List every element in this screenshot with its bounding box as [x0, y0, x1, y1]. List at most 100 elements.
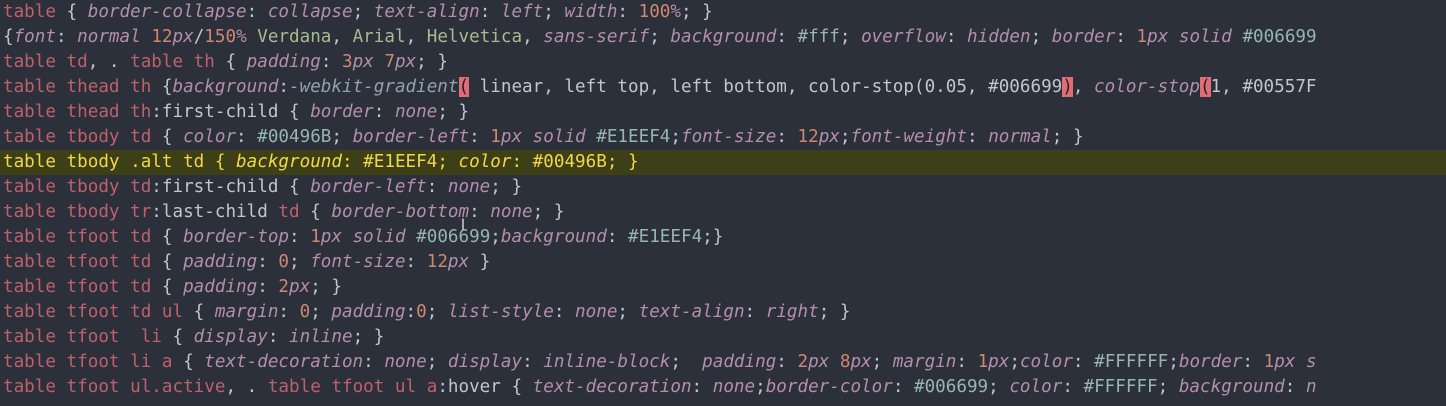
- code-token: :hover {: [437, 377, 533, 397]
- code-token: #006699: [416, 227, 491, 247]
- code-token: 1: [1263, 352, 1275, 372]
- code-token: inline-block: [543, 352, 671, 372]
- code-line[interactable]: table tfoot td { padding: 0; font-size: …: [0, 250, 1446, 275]
- code-token: :: [267, 327, 290, 347]
- code-token: color: [1009, 377, 1063, 397]
- code-token: 3: [342, 52, 353, 72]
- code-line[interactable]: table tbody td:first-child { border-left…: [0, 175, 1446, 200]
- code-token: Verdana: [257, 27, 332, 47]
- code-token: ;: [1009, 352, 1020, 372]
- code-line[interactable]: table tfoot td { border-top: 1px solid #…: [0, 225, 1446, 250]
- code-line[interactable]: table tbody td { color: #00496B; border-…: [0, 125, 1446, 150]
- code-token: %: [670, 2, 681, 22]
- code-token: solid: [1178, 27, 1232, 47]
- code-token: px: [1147, 27, 1169, 47]
- code-token: Arial: [352, 27, 406, 47]
- code-line[interactable]: table tbody tr:last-child td { border-bo…: [0, 200, 1446, 225]
- code-token: #FFFFFF: [1094, 352, 1169, 372]
- code-token: :: [967, 127, 989, 147]
- code-token: table tbody tr: [3, 202, 152, 222]
- code-token: none: [384, 352, 427, 372]
- code-token: margin: [214, 302, 279, 322]
- code-token: background: [172, 77, 279, 97]
- code-token: list-style: [447, 302, 554, 322]
- code-token: n: [1305, 377, 1317, 397]
- highlighted-code-line[interactable]: table tbody .alt td { background: #E1EEF…: [0, 150, 1446, 175]
- code-line[interactable]: table tfoot li { display: inline; }: [0, 325, 1446, 350]
- code-token: 100: [638, 2, 671, 22]
- code-token: , .: [87, 52, 131, 72]
- code-lines: table { border-collapse: collapse; text-…: [0, 0, 1446, 400]
- code-token: ;: [988, 377, 1010, 397]
- code-token: #E1EEF4: [628, 227, 703, 247]
- code-token: display: [447, 352, 523, 372]
- code-token: px: [988, 352, 1010, 372]
- code-token: padding: [702, 352, 777, 372]
- code-token: solid: [532, 127, 586, 147]
- code-token: {: [151, 252, 184, 272]
- code-line[interactable]: {font: normal 12px/150% Verdana, Arial, …: [0, 25, 1446, 50]
- code-token: normal: [988, 127, 1052, 147]
- code-token: px: [352, 52, 374, 72]
- code-token: {: [214, 52, 247, 72]
- code-token: ; }: [437, 102, 470, 122]
- code-token: :: [236, 127, 258, 147]
- code-token: px: [394, 52, 417, 72]
- code-token: 1: [490, 127, 501, 147]
- code-token: (: [1199, 77, 1211, 97]
- code-token: table tfoot ul a: [267, 377, 438, 397]
- code-token: 150: [204, 27, 237, 47]
- code-token: :: [289, 227, 311, 247]
- code-token: :: [469, 127, 491, 147]
- code-token: inline: [289, 327, 353, 347]
- code-line[interactable]: table td, . table th { padding: 3px 7px;…: [0, 50, 1446, 75]
- code-token: font-size: [310, 252, 406, 272]
- code-token: ,: [1072, 77, 1095, 97]
- code-token: {: [183, 302, 215, 322]
- code-token: none: [490, 202, 533, 222]
- code-token: padding: [183, 277, 258, 297]
- code-token: {: [299, 202, 332, 222]
- code-token: #006699: [914, 377, 989, 397]
- code-token: ; }: [352, 327, 385, 347]
- code-token: ;: [352, 2, 374, 22]
- code-token: ,: [522, 27, 544, 47]
- code-token: :: [469, 202, 491, 222]
- code-token: color: [183, 127, 237, 147]
- code-line[interactable]: table tfoot td { padding: 2px; }: [0, 275, 1446, 300]
- code-token: :: [553, 302, 576, 322]
- code-token: :: [776, 352, 798, 372]
- code-token: border: [1051, 27, 1116, 47]
- code-token: :: [511, 152, 533, 172]
- code-token: none: [575, 302, 618, 322]
- code-token: {: [172, 352, 205, 372]
- code-token: border-color: [765, 377, 893, 397]
- code-token: :: [363, 352, 385, 372]
- code-line[interactable]: table thead th:first-child { border: non…: [0, 100, 1446, 125]
- code-line[interactable]: table tfoot li a { text-decoration: none…: [0, 350, 1446, 375]
- code-token: ;: [289, 252, 311, 272]
- code-token: 12: [426, 252, 448, 272]
- code-line[interactable]: table thead th {background:-webkit-gradi…: [0, 75, 1446, 100]
- code-token: :: [257, 277, 279, 297]
- code-token: table th: [130, 52, 215, 72]
- code-token: ;: [649, 27, 671, 47]
- code-token: padding: [183, 252, 258, 272]
- code-token: ;: [310, 302, 332, 322]
- code-token: table tfoot ul.active: [3, 377, 226, 397]
- code-token: :: [405, 252, 427, 272]
- code-token: {: [151, 77, 173, 97]
- code-token: ; }: [416, 52, 448, 72]
- code-token: color: [458, 152, 512, 172]
- code-token: 0: [299, 302, 311, 322]
- code-token: {: [3, 27, 14, 47]
- code-line[interactable]: table tfoot ul.active, . table tfoot ul …: [0, 375, 1446, 400]
- code-editor[interactable]: table { border-collapse: collapse; text-…: [0, 0, 1446, 406]
- code-line[interactable]: table { border-collapse: collapse; text-…: [0, 0, 1446, 25]
- code-token: :: [426, 177, 448, 197]
- code-line[interactable]: table tfoot td ul { margin: 0; padding:0…: [0, 300, 1446, 325]
- code-token: background: [500, 227, 607, 247]
- code-token: :: [373, 102, 395, 122]
